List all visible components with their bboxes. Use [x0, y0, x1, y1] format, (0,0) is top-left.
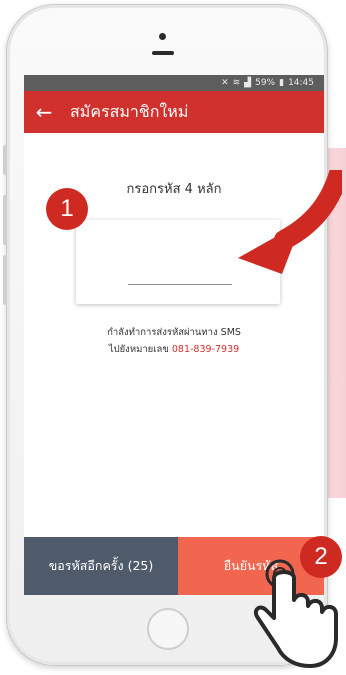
volume-down-button: [3, 255, 7, 305]
curved-arrow-icon: [238, 170, 342, 274]
code-input[interactable]: [128, 260, 232, 285]
resend-code-button[interactable]: ขอรหัสอีกครั้ง (25): [24, 537, 178, 595]
app-bar: ← สมัครสมาชิกใหม่: [24, 91, 324, 133]
phone-screen: ✕ ≋ ▟ 59% ▮ 14:45 ← สมัครสมาชิกใหม่ กรอก…: [24, 75, 324, 595]
status-time: 14:45: [288, 78, 314, 88]
signal-icon: ▟: [244, 78, 252, 88]
home-button[interactable]: [147, 608, 189, 650]
mute-icon: ✕: [221, 78, 229, 88]
sms-destination-prefix: ไปยังหมายเลข: [108, 344, 169, 355]
back-button[interactable]: ←: [24, 91, 64, 133]
arrow-left-icon: ←: [35, 100, 53, 124]
wifi-icon: ≋: [232, 78, 241, 88]
status-bar: ✕ ≋ ▟ 59% ▮ 14:45: [24, 75, 324, 91]
volume-up-button: [3, 195, 7, 245]
earpiece-speaker: [152, 51, 174, 55]
battery-icon: ▮: [279, 78, 285, 88]
battery-percent: 59%: [255, 78, 276, 88]
phone-number: 081-839-7939: [171, 344, 240, 355]
step-1-callout: 1: [46, 188, 88, 230]
sms-destination-text: ไปยังหมายเลข 081-839-7939: [24, 342, 324, 357]
page-title: สมัครสมาชิกใหม่: [70, 101, 189, 121]
mute-switch: [3, 145, 7, 175]
front-camera: [159, 33, 166, 40]
sms-status-text: กำลังทำการส่งรหัสผ่านทาง SMS: [107, 327, 241, 338]
pointer-hand-icon: [253, 559, 338, 668]
